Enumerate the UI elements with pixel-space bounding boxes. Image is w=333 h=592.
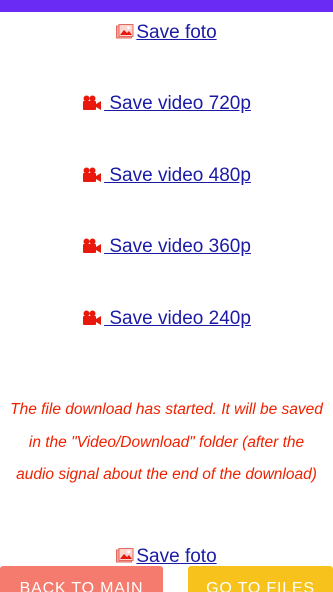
go-to-files-button[interactable]: GO TO FILES bbox=[188, 566, 333, 592]
save-video-720p-link[interactable]: Save video 720p bbox=[104, 93, 251, 114]
save-video-240p-link[interactable]: Save video 240p bbox=[104, 308, 251, 329]
save-foto-link-bottom[interactable]: Save foto bbox=[136, 546, 216, 567]
video-camera-icon bbox=[82, 167, 102, 189]
download-notice: The file download has started. It will b… bbox=[10, 401, 323, 483]
image-icon bbox=[116, 24, 134, 46]
save-video-720p-row: Save video 720p bbox=[0, 93, 333, 117]
save-video-360p-link[interactable]: Save video 360p bbox=[104, 236, 251, 257]
save-foto-link[interactable]: Save foto bbox=[136, 22, 216, 43]
status-bar bbox=[0, 0, 333, 12]
video-camera-icon bbox=[82, 238, 102, 260]
download-screen: Save foto Save video 720p Save video 480… bbox=[0, 0, 333, 592]
save-foto-row-top: Save foto bbox=[0, 22, 333, 46]
save-video-480p-link[interactable]: Save video 480p bbox=[104, 165, 251, 186]
save-video-240p-row: Save video 240p bbox=[0, 308, 333, 332]
save-video-480p-row: Save video 480p bbox=[0, 165, 333, 189]
back-to-main-button[interactable]: BACK TO MAIN bbox=[0, 566, 163, 592]
save-video-360p-row: Save video 360p bbox=[0, 236, 333, 260]
video-camera-icon bbox=[82, 310, 102, 332]
video-camera-icon bbox=[82, 95, 102, 117]
